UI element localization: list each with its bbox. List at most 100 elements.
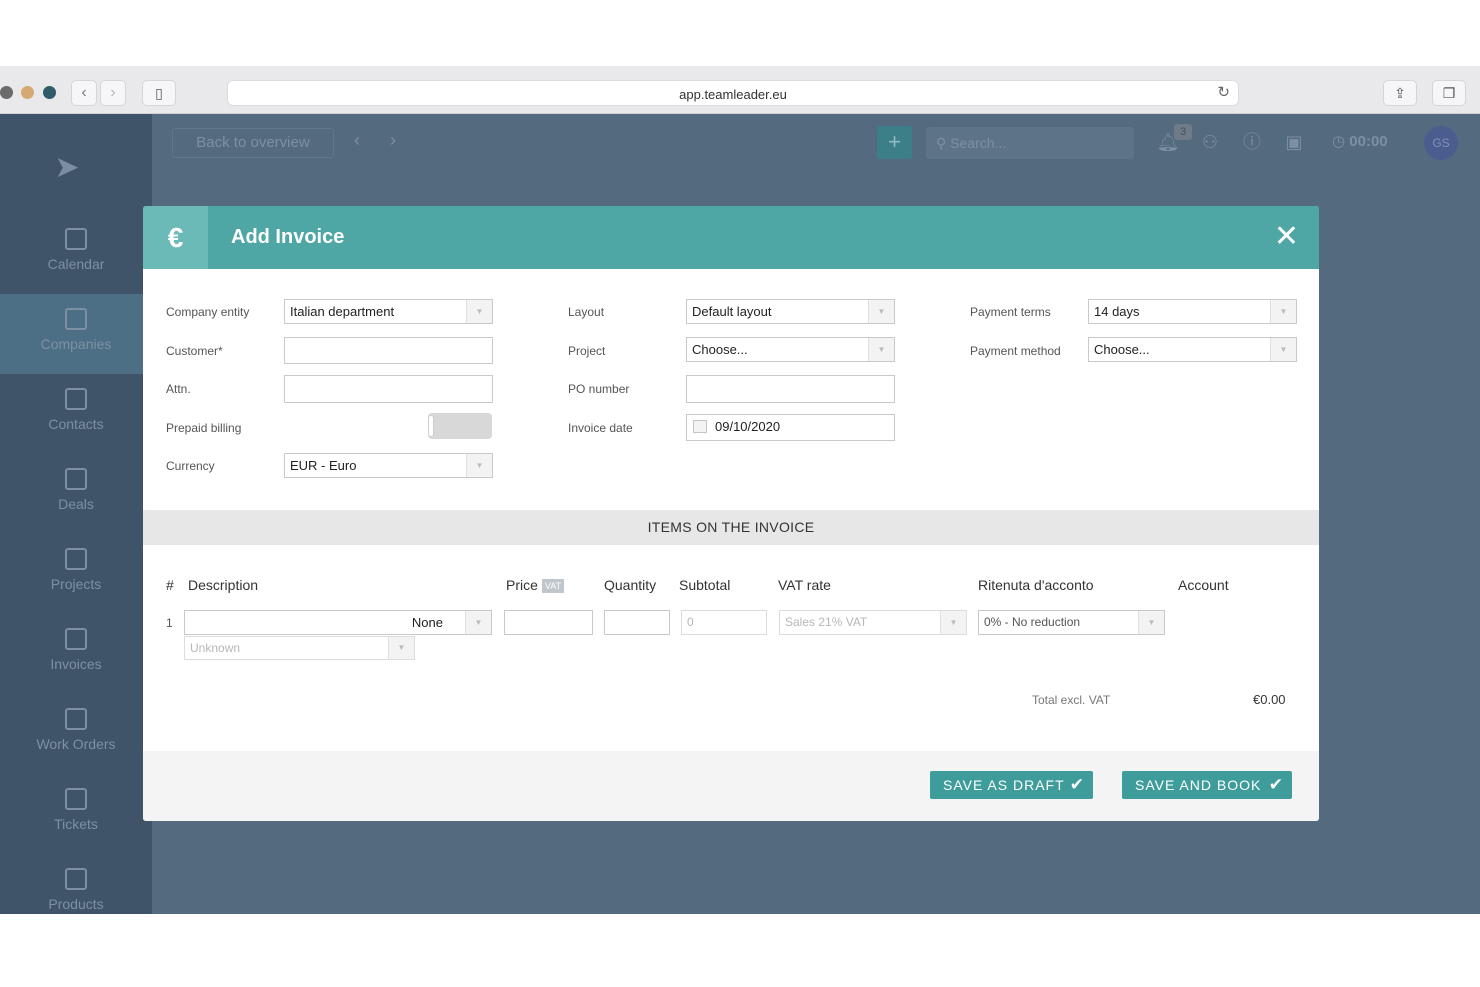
- building-icon: [65, 308, 87, 330]
- sidebar-item-projects[interactable]: Projects: [0, 534, 152, 614]
- col-quantity: Quantity: [604, 577, 657, 593]
- sidebar-item-work-orders[interactable]: Work Orders: [0, 694, 152, 774]
- avatar[interactable]: GS: [1424, 126, 1458, 160]
- description-select[interactable]: None ▼: [184, 610, 492, 635]
- save-and-book-label: SAVE AND BOOK: [1135, 777, 1262, 793]
- vat-rate-select[interactable]: Sales 21% VAT ▼: [779, 610, 967, 635]
- sidebar-toggle-button[interactable]: ▯: [142, 80, 176, 106]
- teamleader-logo[interactable]: ➤: [45, 150, 89, 186]
- layout-label: Layout: [568, 305, 605, 319]
- customer-field[interactable]: [284, 337, 493, 364]
- stack-icon: [65, 548, 87, 570]
- po-number-label: PO number: [568, 382, 630, 396]
- save-and-book-button[interactable]: SAVE AND BOOK ✔: [1122, 771, 1292, 799]
- layout-select[interactable]: Default layout ▼: [686, 299, 895, 324]
- browser-back-button[interactable]: ‹: [71, 80, 97, 106]
- close-icon[interactable]: ✕: [1274, 220, 1299, 254]
- total-excl-vat-label: Total excl. VAT: [1032, 693, 1111, 707]
- currency-select[interactable]: EUR - Euro ▼: [284, 453, 493, 478]
- invoice-date-label: Invoice date: [568, 421, 633, 435]
- chevron-left-icon[interactable]: ‹: [354, 130, 360, 151]
- attn-field[interactable]: [284, 375, 493, 403]
- sidebar-item-products[interactable]: Products: [0, 854, 152, 914]
- unknown-select[interactable]: Unknown ▼: [184, 636, 415, 660]
- subtotal-field[interactable]: 0: [681, 610, 767, 635]
- col-vat-rate: VAT rate: [778, 577, 831, 593]
- save-as-draft-label: SAVE AS DRAFT: [943, 777, 1065, 793]
- price-field[interactable]: [504, 610, 593, 635]
- maximize-window-dot[interactable]: [43, 86, 56, 99]
- share-button[interactable]: ⇪: [1383, 80, 1417, 106]
- unknown-select-value: Unknown: [190, 641, 241, 655]
- screen: ‹ › ▯ app.teamleader.eu ↻ ⇪ ❐ ➤ Calendar…: [0, 0, 1480, 987]
- description-select-value: None: [411, 615, 443, 630]
- quantity-field[interactable]: [604, 610, 670, 635]
- currency-value: EUR - Euro: [290, 458, 357, 473]
- sidebar-icon: ▯: [155, 85, 163, 101]
- timer-icon: ◷: [1332, 133, 1350, 150]
- prepaid-billing-toggle[interactable]: [428, 413, 492, 439]
- po-number-field[interactable]: [686, 375, 895, 403]
- company-entity-value: Italian department: [290, 304, 395, 319]
- total-excl-vat-value: €0.00: [1253, 692, 1286, 707]
- sidebar-item-deals[interactable]: Deals: [0, 454, 152, 534]
- payment-method-select[interactable]: Choose... ▼: [1088, 337, 1297, 362]
- add-button[interactable]: +: [877, 126, 912, 159]
- sidebar-item-calendar[interactable]: Calendar: [0, 214, 152, 294]
- tag-icon: [65, 788, 87, 810]
- tabs-button[interactable]: ❐: [1432, 80, 1466, 106]
- company-entity-label: Company entity: [166, 305, 250, 319]
- sidebar-item-invoices[interactable]: Invoices: [0, 614, 152, 694]
- chevron-down-icon: ▼: [868, 300, 894, 323]
- sidebar-item-companies[interactable]: Companies: [0, 294, 152, 374]
- gift-icon[interactable]: ▣: [1281, 129, 1307, 155]
- search-input[interactable]: ⚲ Search...: [926, 127, 1134, 159]
- chevron-down-icon: ▼: [466, 454, 492, 477]
- tabs-icon: ❐: [1442, 85, 1456, 101]
- vat-rate-value: Sales 21% VAT: [785, 615, 868, 629]
- browser-forward-button[interactable]: ›: [100, 80, 126, 106]
- reload-icon[interactable]: ↻: [1217, 83, 1230, 101]
- invoice-date-value: 09/10/2020: [715, 419, 781, 434]
- timer-value: 00:00: [1349, 133, 1388, 150]
- col-description: Description: [188, 577, 259, 593]
- chevron-right-icon[interactable]: ›: [390, 130, 396, 151]
- sidebar-item-tickets[interactable]: Tickets: [0, 774, 152, 854]
- sidebar-item-contacts[interactable]: Contacts: [0, 374, 152, 454]
- minimize-window-dot[interactable]: [21, 86, 34, 99]
- ritenuta-select[interactable]: 0% - No reduction ▼: [978, 610, 1165, 635]
- ritenuta-value: 0% - No reduction: [984, 615, 1081, 629]
- invoice-date-field[interactable]: 09/10/2020: [686, 414, 895, 441]
- payment-terms-label: Payment terms: [970, 305, 1051, 319]
- team-icon[interactable]: ⚇: [1197, 129, 1223, 155]
- chevron-down-icon: ▼: [1270, 300, 1296, 323]
- chevron-right-icon: ›: [110, 84, 116, 101]
- chevron-down-icon: ▼: [868, 338, 894, 361]
- payment-method-value: Choose...: [1094, 342, 1150, 357]
- payment-method-label: Payment method: [970, 344, 1061, 358]
- col-subtotal: Subtotal: [679, 577, 731, 593]
- attn-label: Attn.: [166, 382, 191, 396]
- customer-label: Customer*: [166, 344, 223, 358]
- checkmark-icon: ✔: [1069, 775, 1085, 794]
- payment-terms-select[interactable]: 14 days ▼: [1088, 299, 1297, 324]
- close-window-dot[interactable]: [0, 86, 13, 99]
- prepaid-billing-label: Prepaid billing: [166, 421, 242, 435]
- company-entity-select[interactable]: Italian department ▼: [284, 299, 493, 324]
- project-select[interactable]: Choose... ▼: [686, 337, 895, 362]
- chevron-down-icon: ▼: [466, 300, 492, 323]
- timer[interactable]: ◷ 00:00: [1332, 126, 1412, 158]
- back-to-overview-button[interactable]: Back to overview: [172, 128, 334, 158]
- invoice-icon: [65, 628, 87, 650]
- chevron-left-icon: ‹: [81, 84, 87, 101]
- plus-icon: +: [888, 129, 901, 154]
- edit-icon: [65, 868, 87, 890]
- col-ritenuta: Ritenuta d'acconto: [978, 577, 1094, 593]
- modal-title: Add Invoice: [231, 226, 345, 248]
- payment-terms-value: 14 days: [1094, 304, 1140, 319]
- help-icon[interactable]: ⓘ: [1239, 129, 1265, 155]
- save-as-draft-button[interactable]: SAVE AS DRAFT ✔: [930, 771, 1093, 799]
- address-bar[interactable]: app.teamleader.eu ↻: [227, 80, 1239, 106]
- project-value: Choose...: [692, 342, 748, 357]
- vat-tag[interactable]: VAT: [541, 579, 565, 594]
